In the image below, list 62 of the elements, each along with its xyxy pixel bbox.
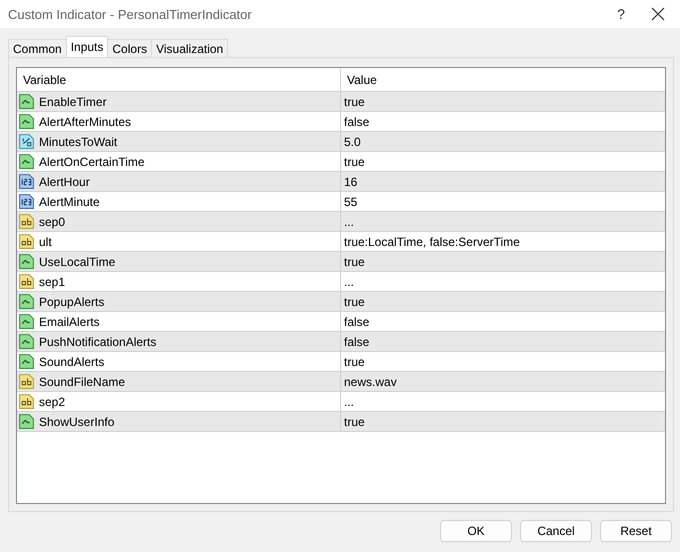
tab[interactable]: Visualization	[151, 39, 228, 57]
value-cell[interactable]: true	[341, 92, 665, 111]
window-title: Custom Indicator - PersonalTimerIndicator	[8, 6, 253, 22]
tab[interactable]: Inputs	[66, 36, 108, 57]
value-cell[interactable]: false	[341, 112, 665, 131]
value-cell[interactable]: ...	[341, 392, 665, 411]
help-button[interactable]: ?	[598, 6, 644, 22]
value-cell[interactable]: true	[341, 412, 665, 431]
fraction-type-icon	[18, 133, 35, 150]
variable-name: ult	[39, 234, 52, 248]
value-cell[interactable]: true	[341, 252, 665, 271]
dialog-button[interactable]: Cancel	[520, 520, 592, 542]
variable-name: SoundFileName	[39, 374, 126, 388]
boolean-type-icon	[18, 253, 35, 270]
close-icon[interactable]	[650, 6, 666, 22]
string-type-icon	[18, 393, 35, 410]
value-cell[interactable]: 16	[341, 172, 665, 191]
string-type-icon	[18, 233, 35, 250]
integer-type-icon	[18, 193, 35, 210]
string-type-icon	[18, 373, 35, 390]
variable-name: AlertMinute	[39, 194, 100, 208]
variable-name: PushNotificationAlerts	[39, 334, 156, 348]
variable-name: AlertOnCertainTime	[39, 154, 145, 168]
variable-name: AlertHour	[39, 174, 90, 188]
variable-name: EnableTimer	[39, 94, 107, 108]
value-cell[interactable]: 55	[341, 192, 665, 211]
boolean-type-icon	[18, 293, 35, 310]
value-cell[interactable]: ...	[341, 212, 665, 231]
boolean-type-icon	[18, 353, 35, 370]
string-type-icon	[18, 213, 35, 230]
value-cell[interactable]: true	[341, 152, 665, 171]
variable-name: ShowUserInfo	[39, 414, 114, 428]
boolean-type-icon	[18, 333, 35, 350]
variable-name: SoundAlerts	[39, 354, 104, 368]
integer-type-icon	[18, 173, 35, 190]
dialog-button[interactable]: Reset	[600, 520, 672, 542]
value-cell[interactable]: news.wav	[341, 372, 665, 391]
variable-name: sep0	[39, 214, 66, 228]
variable-name: sep2	[39, 394, 66, 408]
value-cell[interactable]: true	[341, 292, 665, 311]
variable-name: sep1	[39, 274, 66, 288]
dialog-button[interactable]: OK	[440, 520, 512, 542]
variable-name: PopupAlerts	[39, 294, 104, 308]
variable-name: UseLocalTime	[39, 254, 116, 268]
value-cell[interactable]: false	[341, 312, 665, 331]
column-header[interactable]: Variable	[17, 68, 341, 91]
boolean-type-icon	[18, 113, 35, 130]
value-cell[interactable]: ...	[341, 272, 665, 291]
value-cell[interactable]: true	[341, 352, 665, 371]
value-cell[interactable]: false	[341, 332, 665, 351]
boolean-type-icon	[18, 93, 35, 110]
variable-name: MinutesToWait	[39, 134, 118, 148]
variable-name: EmailAlerts	[39, 314, 100, 328]
boolean-type-icon	[18, 153, 35, 170]
variable-name: AlertAfterMinutes	[39, 114, 132, 128]
boolean-type-icon	[18, 413, 35, 430]
boolean-type-icon	[18, 313, 35, 330]
string-type-icon	[18, 273, 35, 290]
column-header[interactable]: Value	[341, 68, 665, 91]
value-cell[interactable]: 5.0	[341, 132, 665, 151]
tab[interactable]: Common	[8, 39, 67, 57]
value-cell[interactable]: true:LocalTime, false:ServerTime	[341, 232, 665, 251]
